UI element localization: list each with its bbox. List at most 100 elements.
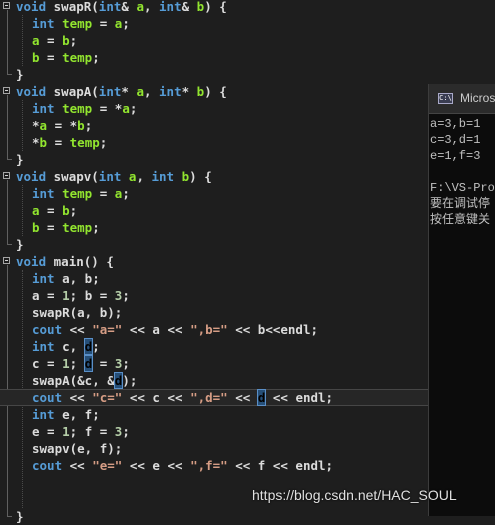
code-token: =	[39, 203, 63, 218]
code-line[interactable]: a = b;	[0, 202, 495, 219]
code-text: swapv(e, f);	[32, 440, 122, 457]
code-token: ;	[92, 50, 100, 65]
code-token: a	[39, 118, 48, 133]
code-token: c,	[62, 339, 85, 354]
code-token: ) {	[189, 169, 212, 184]
console-titlebar[interactable]: C:\ Micros	[429, 84, 495, 114]
code-line[interactable]: int c, d;	[0, 338, 495, 355]
code-line[interactable]: }	[0, 66, 495, 83]
code-token: ;	[69, 203, 78, 218]
collapse-toggle-icon[interactable]	[3, 2, 10, 9]
code-token: cout	[32, 322, 70, 337]
current-line[interactable]: cout << "c=" << c << ",d=" << d << endl;	[0, 389, 495, 406]
code-token: "a="	[92, 322, 123, 337]
collapse-toggle-icon[interactable]	[3, 257, 10, 264]
code-token: ;	[69, 356, 85, 371]
code-token: =	[47, 135, 70, 150]
code-token: <<	[69, 322, 93, 337]
console-window[interactable]: C:\ Micros a=3,b=1 c=3,d=1 e=1,f=3 F:\VS…	[428, 84, 495, 516]
code-token: ; b =	[69, 288, 115, 303]
code-token: cout	[32, 390, 70, 405]
code-token: ;	[84, 118, 93, 133]
code-text: b = temp;	[32, 49, 100, 66]
collapse-toggle-icon[interactable]	[3, 172, 10, 179]
code-text: swapA(&c, &d);	[32, 372, 137, 389]
code-token: ; f =	[69, 424, 115, 439]
code-line[interactable]: }	[0, 236, 495, 253]
code-line[interactable]: int temp = a;	[0, 185, 495, 202]
code-token: << c <<	[122, 390, 191, 405]
code-text: }	[16, 66, 24, 83]
code-line[interactable]: b = temp;	[0, 219, 495, 236]
code-token: c =	[32, 356, 63, 371]
code-line[interactable]: e = 1; f = 3;	[0, 423, 495, 440]
code-text: }	[16, 151, 24, 168]
code-line[interactable]: swapA(&c, &d);	[0, 372, 495, 389]
code-token: a	[32, 33, 40, 48]
code-token: << f << endl;	[227, 458, 334, 473]
code-editor[interactable]: void swapR(int& a, int& b) {int temp = a…	[0, 0, 495, 524]
code-token: b	[77, 118, 85, 133]
code-token: int	[159, 84, 182, 99]
code-token: << a <<	[122, 322, 191, 337]
console-title: Micros	[460, 91, 495, 105]
code-token: main() {	[53, 254, 114, 269]
code-line[interactable]: *a = *b;	[0, 117, 495, 134]
watermark-url: https://blog.csdn.net/HAC_SOUL	[252, 487, 457, 503]
code-token: *	[32, 118, 40, 133]
code-token: int	[32, 101, 63, 116]
code-token: ;	[69, 33, 78, 48]
code-token: ;	[129, 101, 138, 116]
code-line[interactable]: int e, f;	[0, 406, 495, 423]
code-line[interactable]: cout << "e=" << e << ",f=" << f << endl;	[0, 457, 495, 474]
code-token: int	[32, 407, 63, 422]
code-text: cout << "c=" << c << ",d=" << d << endl;	[32, 389, 333, 406]
code-line[interactable]: swapv(e, f);	[0, 440, 495, 457]
code-line[interactable]: a = b;	[0, 32, 495, 49]
code-token: temp	[62, 101, 93, 116]
code-token: temp	[62, 220, 93, 235]
code-line[interactable]: *b = temp;	[0, 134, 495, 151]
code-line[interactable]: void main() {	[0, 253, 495, 270]
code-token: ) {	[204, 84, 227, 99]
code-token: }	[16, 67, 24, 82]
code-line[interactable]: }	[0, 508, 495, 525]
code-line[interactable]: void swapv(int a, int b) {	[0, 168, 495, 185]
code-token: "c="	[92, 390, 123, 405]
code-line[interactable]: c = 1; d = 3;	[0, 355, 495, 372]
code-token: 1	[62, 356, 70, 371]
code-line[interactable]: void swapA(int* a, int* b) {	[0, 83, 495, 100]
code-line[interactable]: int a, b;	[0, 270, 495, 287]
code-token: }	[16, 237, 24, 252]
code-token: ;	[92, 220, 100, 235]
code-token: int	[32, 339, 63, 354]
code-token: void	[16, 84, 54, 99]
code-token: << b<<endl;	[227, 322, 319, 337]
code-token: *	[32, 135, 40, 150]
code-line[interactable]: }	[0, 151, 495, 168]
code-token: = *	[92, 101, 123, 116]
code-line[interactable]: cout << "a=" << a << ",b=" << b<<endl;	[0, 321, 495, 338]
code-token: ;	[122, 186, 130, 201]
code-line[interactable]: a = 1; b = 3;	[0, 287, 495, 304]
code-token: void	[16, 169, 54, 184]
code-token: a	[136, 0, 144, 14]
code-token: b	[62, 203, 70, 218]
code-token: &	[181, 0, 197, 14]
code-line[interactable]: int temp = *a;	[0, 100, 495, 117]
code-line[interactable]: swapR(a, b);	[0, 304, 495, 321]
collapse-toggle-icon[interactable]	[3, 87, 10, 94]
code-text: b = temp;	[32, 219, 100, 236]
code-line[interactable]: b = temp;	[0, 49, 495, 66]
code-line[interactable]: void swapR(int& a, int& b) {	[0, 0, 495, 15]
code-token: ,	[136, 169, 152, 184]
code-token: 1	[62, 288, 70, 303]
code-token: a, b;	[62, 271, 100, 286]
code-token: int	[98, 0, 122, 14]
code-text: cout << "a=" << a << ",b=" << b<<endl;	[32, 321, 318, 338]
code-token: swapR(	[53, 0, 99, 14]
code-token: }	[16, 152, 24, 167]
code-line[interactable]: int temp = a;	[0, 15, 495, 32]
code-token: =	[92, 186, 115, 201]
code-token: int	[98, 169, 129, 184]
